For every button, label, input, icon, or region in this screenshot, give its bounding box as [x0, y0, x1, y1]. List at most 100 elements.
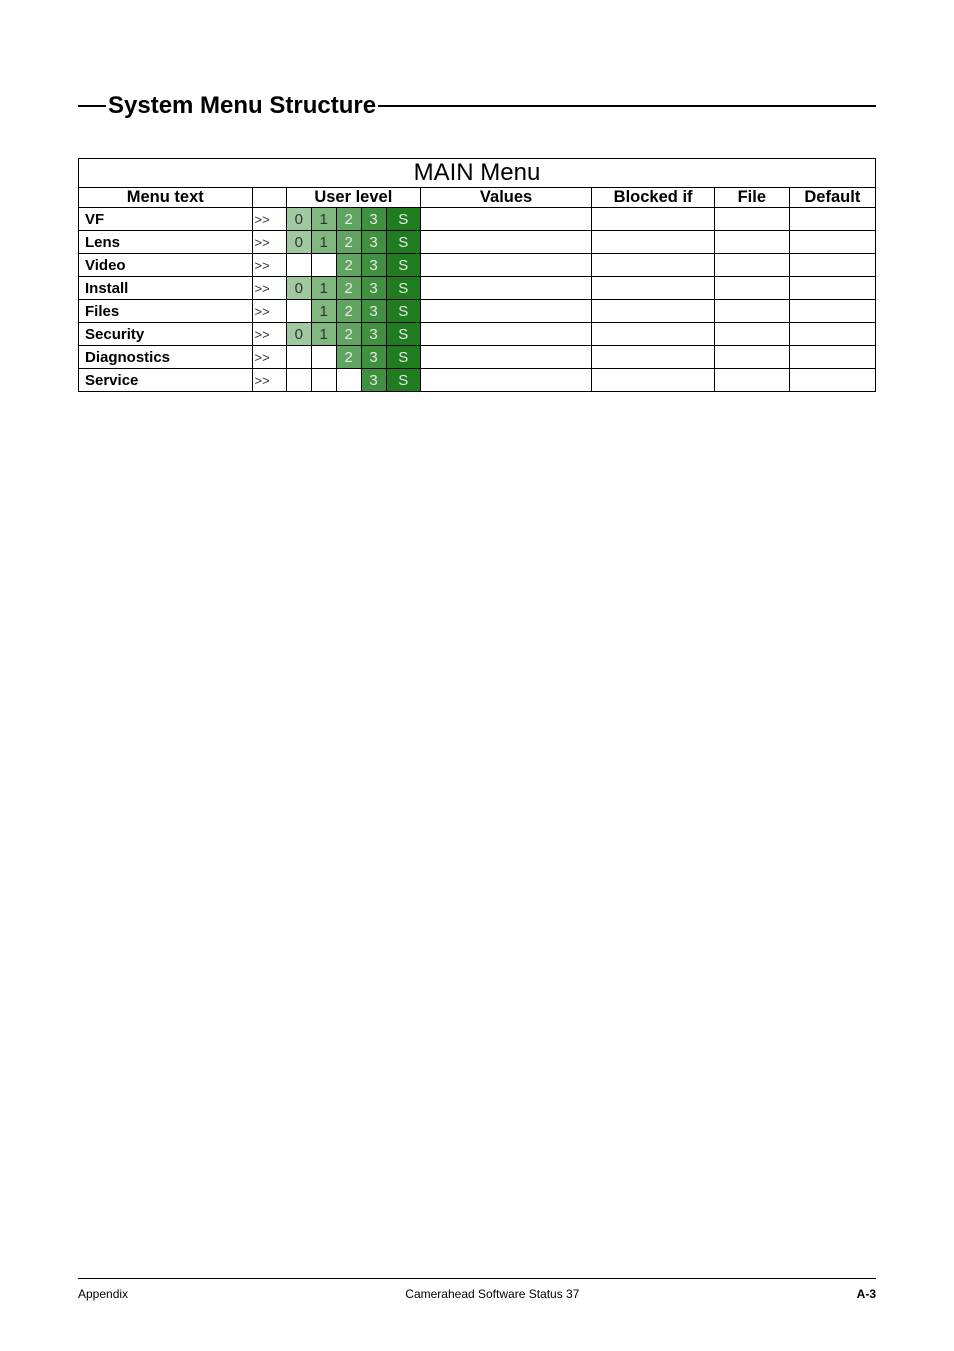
col-default: Default: [789, 188, 875, 208]
cell-file: [714, 346, 789, 369]
user-level-cell: S: [386, 323, 420, 346]
row-arrow: >>: [252, 277, 286, 300]
user-level-cell: 1: [311, 208, 336, 231]
col-menu-text: Menu text: [79, 188, 253, 208]
user-level-cell: 3: [361, 300, 386, 323]
cell-blocked: [592, 277, 715, 300]
cell-default: [789, 231, 875, 254]
user-level-cell: [311, 369, 336, 392]
cell-values: [420, 231, 591, 254]
row-name: Security: [79, 323, 253, 346]
row-arrow: >>: [252, 300, 286, 323]
cell-default: [789, 277, 875, 300]
user-level-cell: [286, 346, 311, 369]
user-level-cell: 3: [361, 277, 386, 300]
user-level-cell: S: [386, 369, 420, 392]
user-level-cell: 3: [361, 231, 386, 254]
table-row: Install>>0123S: [79, 277, 876, 300]
user-level-cell: 2: [336, 346, 361, 369]
section-title-text: System Menu Structure: [108, 92, 376, 120]
cell-blocked: [592, 323, 715, 346]
cell-blocked: [592, 346, 715, 369]
user-level-cell: [311, 254, 336, 277]
row-arrow: >>: [252, 369, 286, 392]
cell-blocked: [592, 208, 715, 231]
row-name: Install: [79, 277, 253, 300]
table-row: Diagnostics>> 23S: [79, 346, 876, 369]
table-row: Files>> 123S: [79, 300, 876, 323]
table-row: Service>> 3S: [79, 369, 876, 392]
table-row: Video>>23S: [79, 254, 876, 277]
table-row: Lens>>0123S: [79, 231, 876, 254]
cell-file: [714, 208, 789, 231]
col-arrow: [252, 188, 286, 208]
row-arrow: >>: [252, 231, 286, 254]
footer-left: Appendix: [78, 1287, 128, 1301]
row-name: Files: [79, 300, 253, 323]
user-level-cell: 3: [361, 323, 386, 346]
cell-default: [789, 208, 875, 231]
cell-values: [420, 277, 591, 300]
cell-blocked: [592, 254, 715, 277]
cell-values: [420, 323, 591, 346]
user-level-cell: [336, 369, 361, 392]
user-level-cell: S: [386, 300, 420, 323]
user-level-cell: 2: [336, 208, 361, 231]
user-level-cell: 3: [361, 254, 386, 277]
cell-blocked: [592, 231, 715, 254]
table-row: VF>>0123S: [79, 208, 876, 231]
cell-values: [420, 208, 591, 231]
cell-default: [789, 254, 875, 277]
table-row: Security>>0123S: [79, 323, 876, 346]
user-level-cell: 1: [311, 300, 336, 323]
user-level-cell: 0: [286, 323, 311, 346]
title-rule-right: [378, 105, 876, 107]
menu-table: MAIN Menu Menu text User level Values Bl…: [78, 158, 876, 392]
user-level-cell: S: [386, 208, 420, 231]
cell-default: [789, 369, 875, 392]
cell-blocked: [592, 300, 715, 323]
user-level-cell: 2: [336, 300, 361, 323]
cell-file: [714, 277, 789, 300]
user-level-cell: [286, 369, 311, 392]
user-level-cell: 1: [311, 277, 336, 300]
page-footer: Appendix Camerahead Software Status 37 A…: [78, 1278, 876, 1301]
col-user-level: User level: [286, 188, 420, 208]
cell-default: [789, 346, 875, 369]
cell-file: [714, 369, 789, 392]
user-level-cell: 2: [336, 323, 361, 346]
user-level-cell: 3: [361, 346, 386, 369]
cell-default: [789, 323, 875, 346]
user-level-cell: 0: [286, 208, 311, 231]
cell-file: [714, 231, 789, 254]
user-level-cell: S: [386, 254, 420, 277]
cell-values: [420, 254, 591, 277]
user-level-cell: [286, 254, 311, 277]
row-name: Diagnostics: [79, 346, 253, 369]
row-name: Service: [79, 369, 253, 392]
user-level-cell: 3: [361, 208, 386, 231]
row-name: Video: [79, 254, 253, 277]
user-level-cell: [286, 300, 311, 323]
cell-values: [420, 300, 591, 323]
user-level-cell: 1: [311, 231, 336, 254]
col-file: File: [714, 188, 789, 208]
row-arrow: >>: [252, 254, 286, 277]
user-level-cell: 2: [336, 231, 361, 254]
row-name: VF: [79, 208, 253, 231]
row-arrow: >>: [252, 346, 286, 369]
user-level-cell: S: [386, 231, 420, 254]
title-dash-left: [78, 105, 106, 107]
row-arrow: >>: [252, 208, 286, 231]
user-level-cell: 0: [286, 277, 311, 300]
user-level-cell: 3: [361, 369, 386, 392]
footer-right: A-3: [857, 1287, 876, 1301]
cell-values: [420, 369, 591, 392]
user-level-cell: S: [386, 346, 420, 369]
user-level-cell: 2: [336, 277, 361, 300]
row-arrow: >>: [252, 323, 286, 346]
footer-center: Camerahead Software Status 37: [405, 1287, 579, 1301]
row-name: Lens: [79, 231, 253, 254]
table-title: MAIN Menu: [79, 159, 876, 188]
user-level-cell: 1: [311, 323, 336, 346]
